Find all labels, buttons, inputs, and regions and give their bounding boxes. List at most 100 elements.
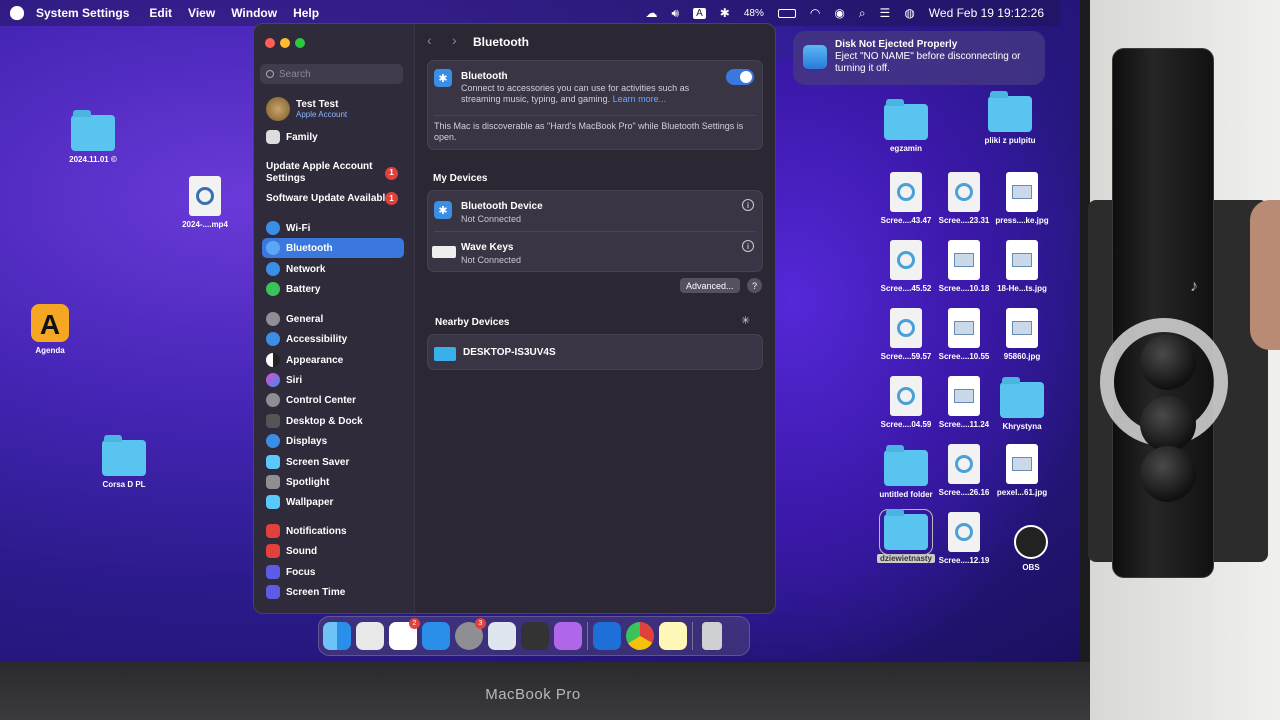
sidebar-item-control-center[interactable]: Control Center: [262, 390, 404, 410]
battery-icon[interactable]: [777, 8, 796, 18]
notification-badge: 3: [475, 618, 486, 629]
settings-content: ‹ › Bluetooth ✱ Bluetooth Connect to acc…: [415, 24, 775, 613]
close-window-button[interactable]: [265, 38, 275, 48]
sidebar-item-sound[interactable]: Sound: [262, 541, 404, 561]
reminders-icon[interactable]: 2: [389, 618, 420, 650]
sidebar-item-software-update[interactable]: Software Update Available 1: [262, 188, 404, 208]
desktop-file[interactable]: pexel...61.jpg: [987, 444, 1057, 497]
cloud-icon[interactable]: ☁: [646, 6, 658, 20]
device-row[interactable]: Wave Keys Not Connected i: [428, 232, 762, 272]
desktop-file[interactable]: Scree....12.19: [929, 512, 999, 565]
sidebar-item-spotlight[interactable]: Spotlight: [262, 472, 404, 492]
desktop-file[interactable]: press....ke.jpg: [987, 172, 1057, 225]
chrome-icon[interactable]: [626, 622, 654, 650]
sidebar-account[interactable]: Test Test Apple Account: [262, 96, 404, 122]
my-devices-card: ✱ Bluetooth Device Not Connected i Wave …: [427, 190, 763, 272]
bluetooth-icon: ✱: [434, 69, 452, 87]
menu-edit[interactable]: Edit: [141, 6, 180, 20]
disk-notification[interactable]: Disk Not Ejected Properly Eject "NO NAME…: [793, 31, 1045, 85]
image-file-icon: [948, 240, 980, 280]
app-store-icon[interactable]: [422, 622, 450, 650]
desktop-folder-2024[interactable]: 2024.11.01 ©: [58, 110, 128, 164]
sidebar-item-displays[interactable]: Displays: [262, 431, 404, 451]
feedback-icon[interactable]: [554, 622, 582, 650]
sidebar-item-wifi[interactable]: Wi-Fi: [262, 218, 404, 238]
siri-icon[interactable]: ◍: [904, 6, 914, 20]
sidebar-item-screen-saver[interactable]: Screen Saver: [262, 452, 404, 472]
nearby-device-row[interactable]: DESKTOP-IS3UV4S: [428, 335, 762, 371]
notification-title: Disk Not Ejected Properly: [835, 39, 958, 50]
menu-view[interactable]: View: [180, 6, 223, 20]
menu-clock[interactable]: Wed Feb 19 19:12:26: [929, 6, 1044, 20]
sidebar-item-desktop-dock[interactable]: Desktop & Dock: [262, 411, 404, 431]
wifi-icon[interactable]: ◠: [810, 6, 820, 20]
forward-button[interactable]: ›: [452, 32, 457, 48]
device-status: Not Connected: [461, 255, 522, 265]
learn-more-link[interactable]: Learn more...: [613, 94, 667, 104]
launchpad-icon[interactable]: [356, 622, 384, 650]
apple-menu-icon[interactable]: [10, 6, 24, 20]
battery-percent[interactable]: 48%: [744, 8, 764, 19]
help-button[interactable]: ?: [747, 278, 762, 293]
sidebar-item-focus[interactable]: Focus: [262, 562, 404, 582]
control-center-icon[interactable]: ☰: [880, 6, 891, 20]
my-devices-heading: My Devices: [433, 173, 488, 184]
desktop-folder-pliki[interactable]: pliki z pulpitu: [975, 91, 1045, 145]
laptop-model-label: MacBook Pro: [485, 686, 581, 703]
vscode-icon[interactable]: [593, 622, 621, 650]
sidebar-item-update-account[interactable]: Update Apple Account Settings 1: [262, 160, 404, 186]
sidebar-item-family[interactable]: Family: [262, 127, 404, 147]
finder-icon[interactable]: [323, 622, 351, 650]
desktop-file[interactable]: 95860.jpg: [987, 308, 1057, 361]
sidebar-item-siri[interactable]: Siri: [262, 370, 404, 390]
user-icon[interactable]: ◉: [834, 6, 844, 20]
notification-badge: 1: [385, 166, 398, 180]
desktop-app-obs[interactable]: OBS: [996, 525, 1066, 572]
desktop-folder-khrystyna[interactable]: Khrystyna: [987, 377, 1057, 431]
menu-help[interactable]: Help: [285, 6, 327, 20]
system-settings-icon[interactable]: 3: [455, 618, 486, 650]
sidebar-item-appearance[interactable]: Appearance: [262, 350, 404, 370]
sidebar-item-notifications[interactable]: Notifications: [262, 521, 404, 541]
menu-window[interactable]: Window: [223, 6, 285, 20]
back-button[interactable]: ‹: [427, 32, 432, 48]
sidebar-item-battery[interactable]: Battery: [262, 279, 404, 299]
advanced-button[interactable]: Advanced...: [680, 278, 740, 293]
desktop-folder-corsa[interactable]: Corsa D PL: [89, 435, 159, 489]
volume-icon[interactable]: 🔊︎: [672, 6, 680, 21]
search-input[interactable]: Search: [260, 64, 403, 84]
sidebar-item-wallpaper[interactable]: Wallpaper: [262, 492, 404, 512]
info-icon[interactable]: i: [742, 199, 754, 211]
sidebar-item-general[interactable]: General: [262, 309, 404, 329]
notifications-icon: [266, 524, 280, 538]
bluetooth-toggle[interactable]: [726, 69, 754, 85]
image-file-icon: [1006, 308, 1038, 348]
menu-app-name[interactable]: System Settings: [24, 6, 141, 20]
notification-badge: 1: [385, 191, 398, 205]
sidebar-item-bluetooth[interactable]: Bluetooth: [262, 238, 404, 258]
search-icon[interactable]: ⌕: [859, 6, 866, 21]
calculator-icon[interactable]: [521, 622, 549, 650]
desktop-folder-egzamin[interactable]: egzamin: [871, 99, 941, 153]
sidebar-item-accessibility[interactable]: Accessibility: [262, 329, 404, 349]
folder-icon: [884, 99, 928, 140]
minimize-window-button[interactable]: [280, 38, 290, 48]
desktop-app-agenda[interactable]: A Agenda: [15, 304, 85, 355]
sidebar-item-screen-time[interactable]: Screen Time: [262, 582, 404, 602]
trash-icon[interactable]: [702, 622, 722, 650]
siri-icon: [266, 373, 280, 387]
notes-icon[interactable]: [659, 622, 687, 650]
hand: [1250, 200, 1280, 350]
info-icon[interactable]: i: [742, 240, 754, 252]
device-name: Bluetooth Device: [461, 201, 543, 212]
notification-badge: 2: [409, 618, 420, 629]
keyboard-input-icon[interactable]: A: [693, 7, 706, 19]
desktop-file[interactable]: 18-He...ts.jpg: [987, 240, 1057, 293]
desktop-file-mp4[interactable]: 2024-....mp4: [170, 176, 240, 229]
zoom-window-button[interactable]: [295, 38, 305, 48]
sidebar-item-network[interactable]: Network: [262, 259, 404, 279]
bluetooth-status-icon[interactable]: ✱: [720, 6, 730, 20]
preview-icon[interactable]: [488, 622, 516, 650]
device-status: Not Connected: [461, 214, 522, 224]
device-row[interactable]: ✱ Bluetooth Device Not Connected i: [428, 191, 762, 231]
